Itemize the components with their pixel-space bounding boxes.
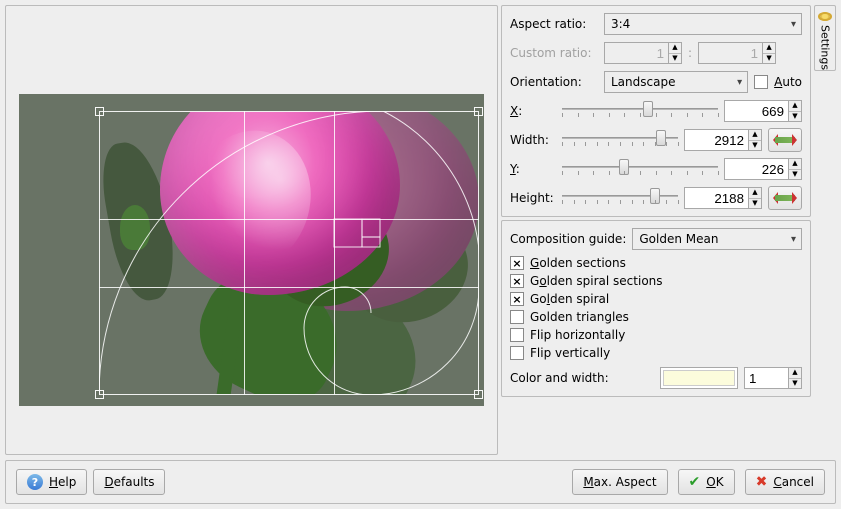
aspect-ratio-value: 3:4: [611, 17, 630, 31]
auto-orientation-checkbox[interactable]: [754, 75, 768, 89]
gear-icon: [818, 12, 832, 21]
golden-spiral-label: Golden spiral: [530, 292, 609, 306]
guide-width-spin-buttons[interactable]: ▲▼: [788, 367, 802, 389]
custom-ratio-a: ▲▼: [604, 42, 682, 64]
settings-tab[interactable]: Settings: [814, 5, 836, 71]
x-label: X:: [510, 104, 556, 118]
composition-group: Composition guide: Golden Mean Golden se…: [501, 220, 811, 397]
cancel-x-icon: ✖: [756, 474, 768, 490]
custom-ratio-b-input: [698, 42, 762, 64]
help-icon: ?: [27, 474, 43, 490]
width-arrows-icon: [775, 133, 795, 147]
ok-check-icon: ✔: [689, 474, 701, 490]
composition-guide-select[interactable]: Golden Mean: [632, 228, 802, 250]
golden-spiral-sections-label: Golden spiral sections: [530, 274, 663, 288]
help-button-label: Help: [49, 475, 76, 489]
image-preview[interactable]: [5, 5, 498, 455]
custom-ratio-label: Custom ratio:: [510, 46, 598, 60]
width-label: Width:: [510, 133, 556, 147]
guide-width-spinbox[interactable]: ▲▼: [744, 367, 802, 389]
guide-width-input[interactable]: [744, 367, 788, 389]
x-input[interactable]: [724, 100, 788, 122]
photo[interactable]: [19, 94, 484, 406]
crop-handle-tl[interactable]: [95, 107, 104, 116]
help-button[interactable]: ? Help: [16, 469, 87, 495]
guide-color-picker[interactable]: [660, 367, 738, 389]
height-label: Height:: [510, 191, 556, 205]
controls-panel: Aspect ratio: 3:4 Custom ratio: ▲▼ : ▲▼: [501, 5, 811, 455]
ok-button-label: OK: [706, 475, 723, 489]
auto-orientation-label: Auto: [774, 75, 802, 89]
aspect-ratio-label: Aspect ratio:: [510, 17, 598, 31]
golden-sections-label: Golden sections: [530, 256, 626, 270]
max-aspect-button[interactable]: Max. Aspect: [572, 469, 667, 495]
width-input[interactable]: [684, 129, 748, 151]
flip-vertically-label: Flip vertically: [530, 346, 610, 360]
max-aspect-button-label: Max. Aspect: [583, 475, 656, 489]
y-slider[interactable]: [562, 164, 718, 170]
golden-spiral-checkbox[interactable]: [510, 292, 524, 306]
height-spinbox[interactable]: ▲▼: [684, 187, 762, 209]
golden-triangles-label: Golden triangles: [530, 310, 629, 324]
crop-handle-bl[interactable]: [95, 390, 104, 399]
defaults-button-label: Defaults: [104, 475, 154, 489]
y-spinbox[interactable]: ▲▼: [724, 158, 802, 180]
flip-horizontally-label: Flip horizontally: [530, 328, 625, 342]
x-spinbox[interactable]: ▲▼: [724, 100, 802, 122]
golden-sections-checkbox[interactable]: [510, 256, 524, 270]
cancel-button-label: Cancel: [773, 475, 814, 489]
composition-guide-label: Composition guide:: [510, 232, 626, 246]
crop-rectangle[interactable]: [99, 111, 479, 395]
dialog-button-bar: ? Help Defaults Max. Aspect ✔ OK ✖ Cance…: [5, 460, 836, 504]
y-spin-buttons[interactable]: ▲▼: [788, 158, 802, 180]
crop-handle-tr[interactable]: [474, 107, 483, 116]
height-slider[interactable]: [562, 193, 678, 199]
y-label: Y:: [510, 162, 556, 176]
custom-ratio-sep: :: [688, 46, 692, 60]
crop-handle-br[interactable]: [474, 390, 483, 399]
set-height-button[interactable]: [768, 186, 802, 210]
height-arrows-icon: [775, 191, 795, 205]
height-input[interactable]: [684, 187, 748, 209]
height-spin-buttons[interactable]: ▲▼: [748, 187, 762, 209]
aspect-ratio-select[interactable]: 3:4: [604, 13, 802, 35]
y-input[interactable]: [724, 158, 788, 180]
width-spinbox[interactable]: ▲▼: [684, 129, 762, 151]
width-spin-buttons[interactable]: ▲▼: [748, 129, 762, 151]
width-slider[interactable]: [562, 135, 678, 141]
flip-vertically-checkbox[interactable]: [510, 346, 524, 360]
orientation-label: Orientation:: [510, 75, 598, 89]
defaults-button[interactable]: Defaults: [93, 469, 165, 495]
set-width-button[interactable]: [768, 128, 802, 152]
custom-ratio-b: ▲▼: [698, 42, 776, 64]
x-slider[interactable]: [562, 106, 718, 112]
settings-tab-label: Settings: [819, 25, 832, 70]
custom-ratio-a-input: [604, 42, 668, 64]
ok-button[interactable]: ✔ OK: [678, 469, 735, 495]
orientation-value: Landscape: [611, 75, 675, 89]
golden-spiral-sections-checkbox[interactable]: [510, 274, 524, 288]
golden-triangles-checkbox[interactable]: [510, 310, 524, 324]
composition-guide-value: Golden Mean: [639, 232, 718, 246]
cancel-button[interactable]: ✖ Cancel: [745, 469, 825, 495]
x-spin-buttons[interactable]: ▲▼: [788, 100, 802, 122]
color-and-width-label: Color and width:: [510, 371, 609, 385]
flip-horizontally-checkbox[interactable]: [510, 328, 524, 342]
orientation-select[interactable]: Landscape: [604, 71, 748, 93]
geometry-group: Aspect ratio: 3:4 Custom ratio: ▲▼ : ▲▼: [501, 5, 811, 217]
